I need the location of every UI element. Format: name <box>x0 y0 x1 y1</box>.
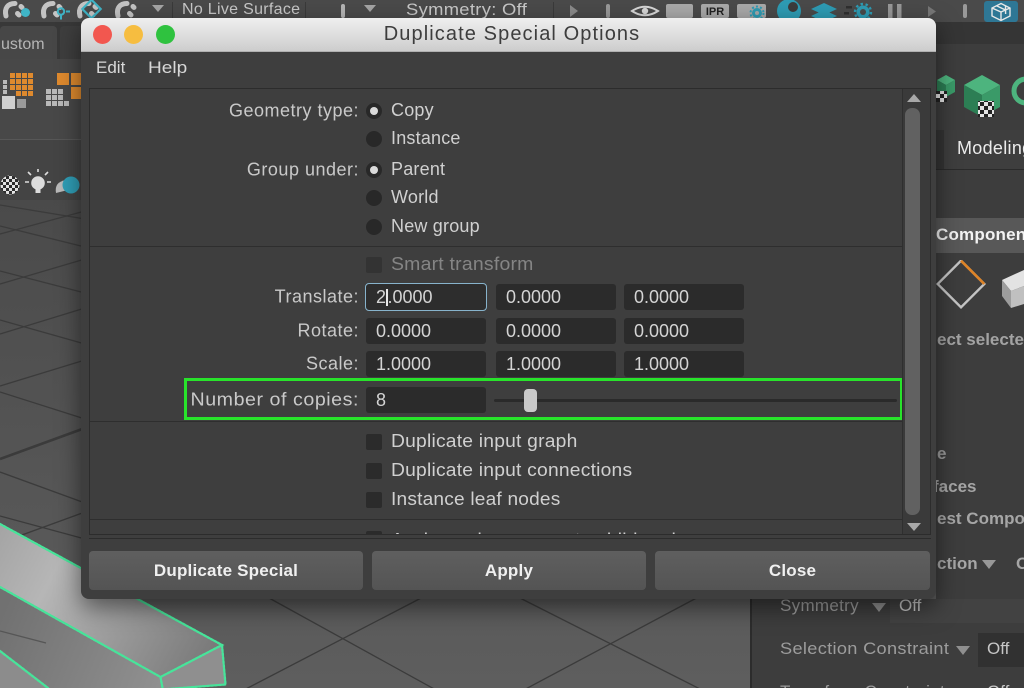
svg-text:IPR: IPR <box>706 6 724 18</box>
